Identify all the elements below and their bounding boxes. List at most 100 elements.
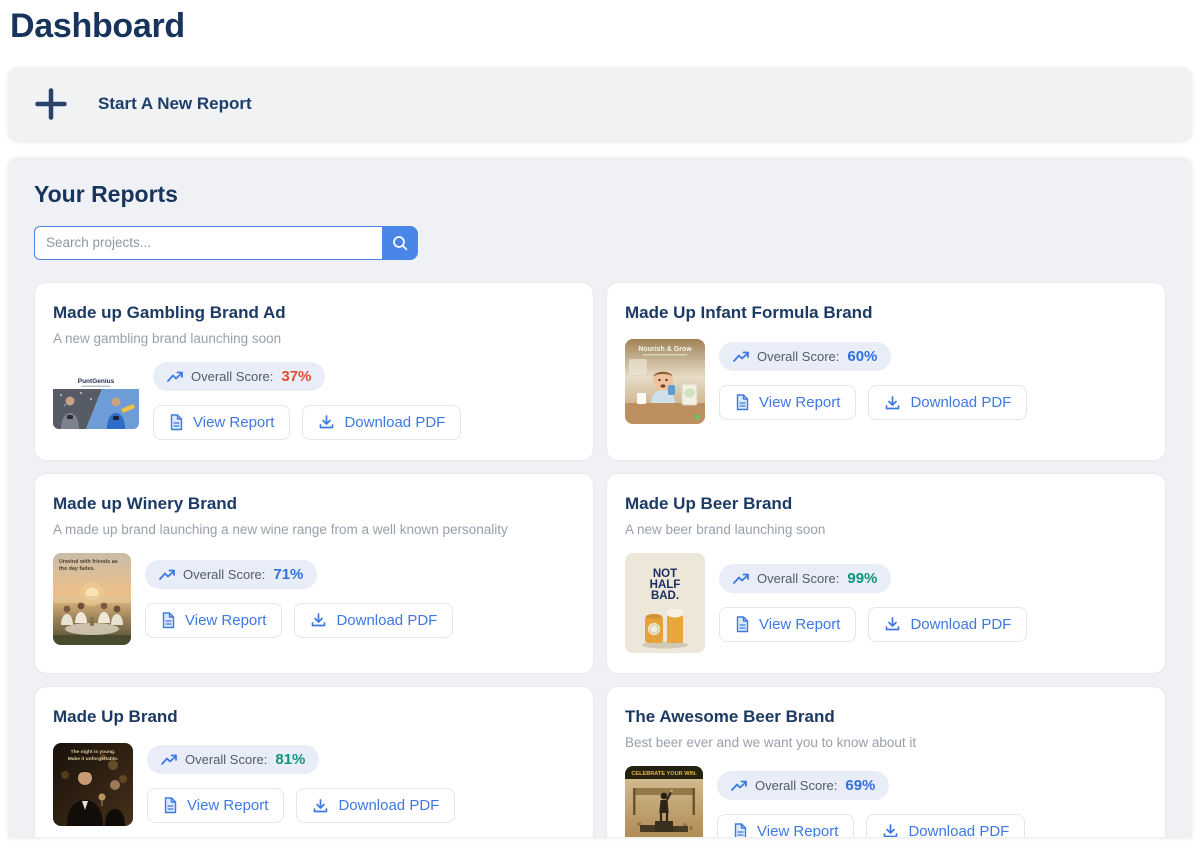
overall-score-badge: Overall Score: 81% <box>147 745 319 774</box>
download-icon <box>310 612 327 628</box>
svg-text:PuntGenius: PuntGenius <box>78 378 115 385</box>
score-value: 60% <box>847 348 877 365</box>
start-new-report-label: Start A New Report <box>98 94 252 114</box>
svg-text:the day fades.: the day fades. <box>59 566 95 572</box>
reports-section-title: Your Reports <box>34 181 1166 208</box>
view-report-label: View Report <box>193 414 274 431</box>
overall-score-badge: Overall Score: 69% <box>717 771 889 800</box>
score-value: 99% <box>847 570 877 587</box>
document-icon <box>733 823 748 837</box>
document-icon <box>735 394 750 411</box>
svg-text:Unwind with friends as: Unwind with friends as <box>59 559 118 565</box>
reports-grid: Made up Gambling Brand Ad A new gambling… <box>34 282 1166 837</box>
plus-icon <box>34 87 68 121</box>
view-report-label: View Report <box>759 394 840 411</box>
score-label: Overall Score: <box>757 571 839 586</box>
report-card-winery: Made up Winery Brand A made up brand lau… <box>34 473 594 674</box>
download-pdf-button[interactable]: Download PDF <box>868 607 1027 642</box>
view-report-button[interactable]: View Report <box>719 607 856 642</box>
download-icon <box>884 616 901 632</box>
report-card-awesome-beer: The Awesome Beer Brand Best beer ever an… <box>606 686 1166 837</box>
page-title: Dashboard <box>10 6 1200 47</box>
report-description: A made up brand launching a new wine ran… <box>53 522 575 537</box>
download-pdf-button[interactable]: Download PDF <box>296 788 455 823</box>
view-report-label: View Report <box>187 797 268 814</box>
download-pdf-label: Download PDF <box>910 394 1011 411</box>
report-title: Made up Winery Brand <box>53 494 575 514</box>
report-card-gambling: Made up Gambling Brand Ad A new gambling… <box>34 282 594 461</box>
score-label: Overall Score: <box>755 778 837 793</box>
trending-up-icon <box>733 572 749 585</box>
view-report-label: View Report <box>185 612 266 629</box>
download-pdf-button[interactable]: Download PDF <box>294 603 453 638</box>
view-report-button[interactable]: View Report <box>153 405 290 440</box>
score-label: Overall Score: <box>757 349 839 364</box>
search-button[interactable] <box>382 226 418 260</box>
search-input[interactable] <box>34 226 382 260</box>
download-pdf-button[interactable]: Download PDF <box>868 385 1027 420</box>
view-report-label: View Report <box>757 823 838 837</box>
document-icon <box>169 414 184 431</box>
download-icon <box>312 798 329 814</box>
svg-text:BAD.: BAD. <box>651 590 679 602</box>
score-label: Overall Score: <box>183 567 265 582</box>
report-card-infant-formula: Made Up Infant Formula Brand Nourish & G… <box>606 282 1166 461</box>
trending-up-icon <box>161 753 177 766</box>
download-pdf-label: Download PDF <box>338 797 439 814</box>
report-title: Made Up Brand <box>53 707 575 727</box>
overall-score-badge: Overall Score: 60% <box>719 342 891 371</box>
download-pdf-button[interactable]: Download PDF <box>866 814 1025 837</box>
search-bar <box>34 226 1166 260</box>
view-report-button[interactable]: View Report <box>717 814 854 837</box>
report-thumbnail: NOT HALF BAD. <box>625 553 705 653</box>
download-pdf-label: Download PDF <box>344 414 445 431</box>
score-label: Overall Score: <box>191 369 273 384</box>
view-report-button[interactable]: View Report <box>719 385 856 420</box>
report-title: The Awesome Beer Brand <box>625 707 1147 727</box>
document-icon <box>163 797 178 814</box>
search-icon <box>391 234 409 252</box>
start-new-report-button[interactable]: Start A New Report <box>8 67 1192 141</box>
document-icon <box>735 616 750 633</box>
report-title: Made Up Beer Brand <box>625 494 1147 514</box>
trending-up-icon <box>733 350 749 363</box>
overall-score-badge: Overall Score: 37% <box>153 362 325 391</box>
download-pdf-label: Download PDF <box>908 823 1009 837</box>
document-icon <box>161 612 176 629</box>
overall-score-badge: Overall Score: 71% <box>145 560 317 589</box>
score-label: Overall Score: <box>185 752 267 767</box>
score-value: 37% <box>281 368 311 385</box>
svg-text:Nourish & Grow: Nourish & Grow <box>638 346 692 353</box>
report-card-beer: Made Up Beer Brand A new beer brand laun… <box>606 473 1166 674</box>
download-pdf-label: Download PDF <box>910 616 1011 633</box>
svg-text:The night is young.: The night is young. <box>71 749 116 755</box>
score-value: 81% <box>275 751 305 768</box>
overall-score-badge: Overall Score: 99% <box>719 564 891 593</box>
svg-text:Make it unforgettable.: Make it unforgettable. <box>68 756 119 762</box>
report-thumbnail: The night is young. Make it unforgettabl… <box>53 743 133 826</box>
download-icon <box>318 414 335 430</box>
score-value: 71% <box>273 566 303 583</box>
report-thumbnail: CELEBRATE YOUR WIN. <box>625 766 703 837</box>
download-pdf-button[interactable]: Download PDF <box>302 405 461 440</box>
report-description: Best beer ever and we want you to know a… <box>625 735 1147 750</box>
trending-up-icon <box>167 370 183 383</box>
score-value: 69% <box>845 777 875 794</box>
your-reports-section: Your Reports Made up Gambling Brand Ad A… <box>8 157 1192 837</box>
report-thumbnail: Unwind with friends as the day fades. <box>53 553 131 645</box>
report-card-made-up-brand: Made Up Brand The nigh <box>34 686 594 837</box>
download-icon <box>884 395 901 411</box>
trending-up-icon <box>731 779 747 792</box>
trending-up-icon <box>159 568 175 581</box>
report-title: Made up Gambling Brand Ad <box>53 303 575 323</box>
report-title: Made Up Infant Formula Brand <box>625 303 1147 323</box>
view-report-button[interactable]: View Report <box>147 788 284 823</box>
view-report-button[interactable]: View Report <box>145 603 282 638</box>
download-icon <box>882 823 899 837</box>
view-report-label: View Report <box>759 616 840 633</box>
report-description: A new gambling brand launching soon <box>53 331 575 346</box>
download-pdf-label: Download PDF <box>336 612 437 629</box>
report-thumbnail: PuntGenius <box>53 373 139 429</box>
svg-text:CELEBRATE YOUR WIN.: CELEBRATE YOUR WIN. <box>631 771 697 777</box>
report-description: A new beer brand launching soon <box>625 522 1147 537</box>
